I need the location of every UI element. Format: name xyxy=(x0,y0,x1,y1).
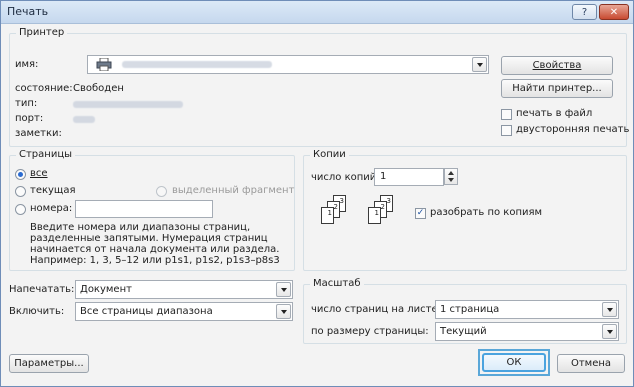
spin-up-icon[interactable] xyxy=(448,171,454,175)
copies-count-input[interactable]: 1 xyxy=(374,168,444,186)
status-value: Свободен xyxy=(73,83,124,94)
copies-count-value: 1 xyxy=(380,171,387,182)
printer-name-select[interactable] xyxy=(87,55,489,74)
notes-label: заметки: xyxy=(15,128,62,139)
pages-selection-radio xyxy=(156,186,167,197)
title-bar: Печать ? ✕ xyxy=(1,1,633,24)
options-button[interactable]: Параметры... xyxy=(9,354,89,373)
help-button[interactable]: ? xyxy=(572,4,597,20)
status-label: состояние: xyxy=(15,83,73,94)
pages-hint-line-4: Например: 1, 3, 5–12 или p1s1, p1s2, p1s… xyxy=(30,255,280,266)
spin-down-icon[interactable] xyxy=(448,178,454,182)
copies-spinner[interactable] xyxy=(444,168,458,185)
print-dialog: Печать ? ✕ Принтер имя: Свойства состоян… xyxy=(0,0,634,387)
port-label: порт: xyxy=(15,113,44,124)
duplex-checkbox[interactable] xyxy=(501,125,512,136)
pages-numbers-radio[interactable] xyxy=(15,204,26,215)
pages-all-radio[interactable] xyxy=(15,169,26,180)
chevron-down-icon[interactable] xyxy=(472,57,487,72)
pages-hint-line-2: разделенные запятыми. Нумерация страниц xyxy=(30,233,268,244)
duplex-label: двусторонняя печать xyxy=(516,124,630,135)
dialog-content: Принтер имя: Свойства состояние: Свободе… xyxy=(1,24,633,386)
chevron-down-icon[interactable] xyxy=(602,302,617,317)
pages-hint-line-1: Введите номера или диапазоны страниц, xyxy=(30,222,251,233)
find-printer-button[interactable]: Найти принтер... xyxy=(501,79,613,98)
chevron-down-icon[interactable] xyxy=(276,304,291,319)
pages-legend: Страницы xyxy=(16,149,76,160)
print-to-file-label: печать в файл xyxy=(516,108,593,119)
pages-hint-line-3: начинается от начала документа или разде… xyxy=(30,244,280,255)
chevron-down-icon[interactable] xyxy=(276,282,291,297)
pages-selection-label: выделенный фрагмент xyxy=(172,185,295,196)
chevron-down-icon[interactable] xyxy=(602,324,617,339)
type-label: тип: xyxy=(15,98,38,109)
close-button[interactable]: ✕ xyxy=(599,4,629,20)
collate-label: разобрать по копиям xyxy=(430,207,543,218)
printer-name-redacted xyxy=(122,61,272,68)
ok-button[interactable]: ОК xyxy=(482,353,546,372)
copies-legend: Копии xyxy=(310,149,349,160)
print-what-select[interactable]: Документ xyxy=(75,280,293,299)
print-range-select[interactable]: Все страницы диапазона xyxy=(75,302,293,321)
collate-checkbox[interactable]: ✓ xyxy=(415,208,426,219)
pages-current-label: текущая xyxy=(30,185,76,196)
printer-icon xyxy=(96,58,112,71)
pages-numbers-label: номера: xyxy=(30,203,73,214)
pages-all-label: все xyxy=(30,168,48,179)
printer-type-redacted xyxy=(73,101,183,108)
window-title: Печать xyxy=(7,5,49,18)
copies-count-label: число копий: xyxy=(311,172,380,183)
properties-button[interactable]: Свойства xyxy=(501,56,613,75)
pages-numbers-input[interactable] xyxy=(75,200,213,218)
print-what-label: Напечатать: xyxy=(9,284,75,295)
pages-per-sheet-label: число страниц на листе: xyxy=(311,304,441,315)
pages-current-radio[interactable] xyxy=(15,186,26,197)
print-to-file-checkbox[interactable] xyxy=(501,109,512,120)
print-range-label: Включить: xyxy=(9,306,65,317)
scale-label: по размеру страницы: xyxy=(311,326,429,337)
cancel-button[interactable]: Отмена xyxy=(557,354,625,373)
pages-per-sheet-select[interactable]: 1 страница xyxy=(435,300,619,319)
printer-port-redacted xyxy=(73,116,95,123)
printer-name-label: имя: xyxy=(15,59,39,70)
printer-legend: Принтер xyxy=(16,27,68,38)
scale-select[interactable]: Текущий xyxy=(435,322,619,341)
zoom-legend: Масштаб xyxy=(310,278,364,289)
